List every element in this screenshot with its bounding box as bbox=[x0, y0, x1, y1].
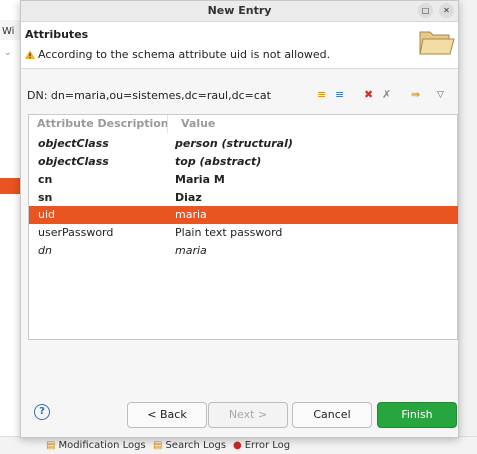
tab-search-logs[interactable]: ▤ Search Logs bbox=[153, 440, 226, 451]
column-divider bbox=[167, 115, 168, 133]
title-bar: New Entry □ ✕ bbox=[21, 1, 458, 22]
folder-icon bbox=[419, 31, 455, 55]
attribute-cell: uid bbox=[38, 208, 56, 221]
table-row[interactable]: dn maria bbox=[29, 242, 458, 260]
background-right-panel bbox=[458, 0, 477, 453]
delete-all-icon[interactable]: ✗ bbox=[382, 87, 391, 103]
tab-modification-logs[interactable]: ▤ Modification Logs bbox=[46, 440, 146, 451]
wizard-header: Attributes According to the schema attri… bbox=[21, 22, 458, 69]
value-cell: Plain text password bbox=[175, 226, 283, 239]
delete-icon[interactable]: ✖ bbox=[364, 87, 373, 103]
table-row[interactable]: userPassword Plain text password bbox=[29, 224, 458, 242]
value-cell: Diaz bbox=[175, 191, 202, 204]
warning-message: According to the schema attribute uid is… bbox=[25, 48, 330, 61]
next-button[interactable]: Next > bbox=[208, 402, 288, 428]
table-row-selected[interactable]: uid maria bbox=[29, 206, 458, 224]
table-row[interactable]: sn Diaz bbox=[29, 189, 458, 207]
value-cell: maria bbox=[175, 208, 207, 221]
attribute-cell: objectClass bbox=[38, 155, 109, 168]
edit-value-icon[interactable]: ⇛ bbox=[411, 87, 420, 103]
dn-label: DN: dn=maria,ou=sistemes,dc=raul,dc=cat bbox=[27, 89, 271, 102]
value-cell: maria bbox=[175, 244, 207, 257]
column-header-value[interactable]: Value bbox=[181, 115, 215, 133]
new-attribute-icon[interactable]: ≡ bbox=[317, 87, 326, 103]
warning-icon bbox=[25, 50, 35, 59]
column-header-attribute[interactable]: Attribute Description bbox=[37, 115, 169, 133]
background-selection bbox=[0, 178, 20, 194]
attribute-cell: sn bbox=[38, 191, 53, 204]
page-title: Attributes bbox=[25, 28, 89, 41]
log-icon: ▤ bbox=[153, 440, 163, 451]
background-window-label: Wi bbox=[2, 26, 15, 37]
back-button[interactable]: < Back bbox=[127, 402, 207, 428]
log-icon: ▤ bbox=[46, 440, 56, 451]
cancel-button[interactable]: Cancel bbox=[292, 402, 372, 428]
table-row[interactable]: objectClass top (abstract) bbox=[29, 153, 458, 171]
value-cell: person (structural) bbox=[175, 137, 293, 150]
new-entry-dialog: New Entry □ ✕ Attributes According to th… bbox=[20, 0, 459, 438]
view-menu-icon[interactable]: ▽ bbox=[437, 87, 444, 103]
chevron-down-icon: ⌄ bbox=[4, 48, 12, 58]
attribute-cell: objectClass bbox=[38, 137, 109, 150]
value-cell: top (abstract) bbox=[175, 155, 262, 168]
new-value-icon[interactable]: ≡ bbox=[335, 87, 344, 103]
dialog-title: New Entry bbox=[207, 4, 272, 17]
attribute-cell: dn bbox=[38, 244, 52, 257]
tab-error-log[interactable]: ● Error Log bbox=[233, 440, 290, 451]
close-button[interactable]: ✕ bbox=[439, 3, 454, 18]
finish-button[interactable]: Finish bbox=[377, 402, 457, 428]
table-row[interactable]: objectClass person (structural) bbox=[29, 135, 458, 153]
table-row[interactable]: cn Maria M bbox=[29, 171, 458, 189]
error-icon: ● bbox=[233, 440, 242, 451]
help-icon[interactable]: ? bbox=[34, 404, 50, 420]
attribute-cell: userPassword bbox=[38, 226, 114, 239]
attribute-cell: cn bbox=[38, 173, 53, 186]
maximize-button[interactable]: □ bbox=[418, 3, 433, 18]
value-cell: Maria M bbox=[175, 173, 225, 186]
